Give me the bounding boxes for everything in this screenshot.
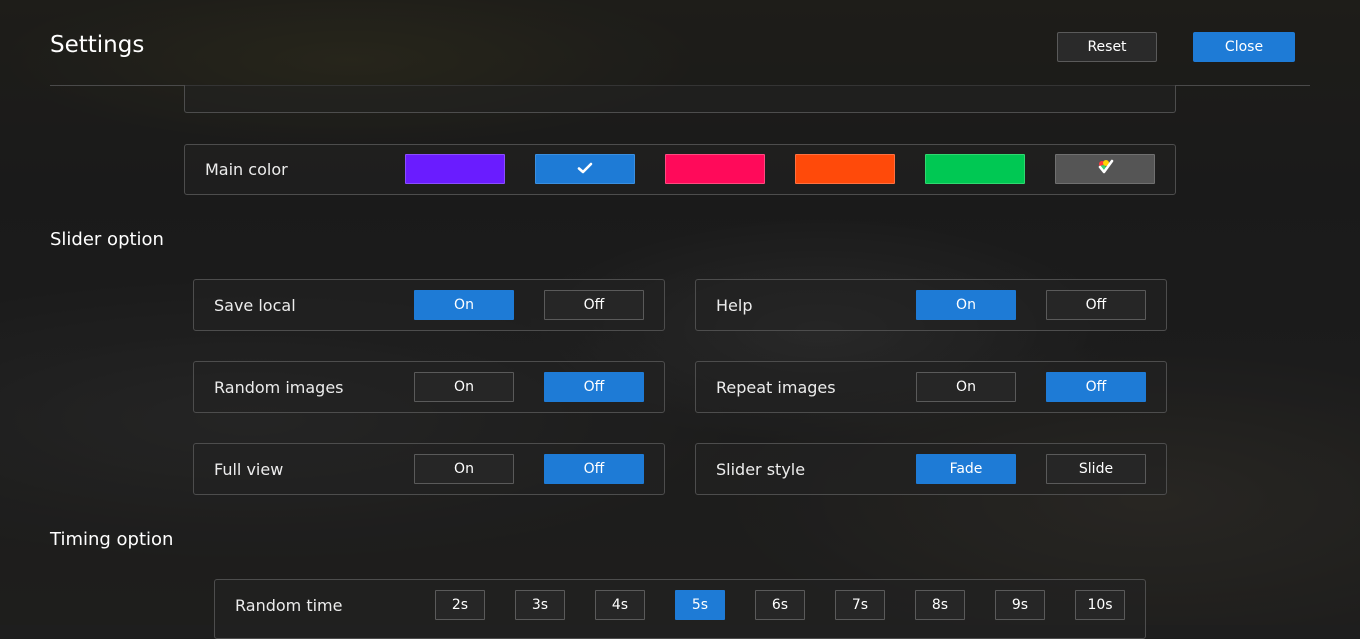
slider-style-fade-button[interactable]: Fade	[916, 454, 1016, 484]
slider-style-label: Slider style	[716, 460, 806, 479]
time-option-7s[interactable]: 7s	[835, 590, 885, 620]
reset-button[interactable]: Reset	[1057, 32, 1157, 62]
color-swatch-pink[interactable]	[665, 154, 765, 184]
time-option-9s[interactable]: 9s	[995, 590, 1045, 620]
checkmark-icon	[577, 160, 593, 179]
time-option-2s[interactable]: 2s	[435, 590, 485, 620]
full-view-label: Full view	[214, 460, 284, 479]
timing-option-heading: Timing option	[50, 529, 174, 550]
save-local-label: Save local	[214, 296, 296, 315]
previous-setting-panel	[184, 85, 1176, 113]
random-images-on-button[interactable]: On	[414, 372, 514, 402]
repeat-images-label: Repeat images	[716, 378, 836, 397]
main-color-label: Main color	[205, 160, 288, 179]
time-option-8s[interactable]: 8s	[915, 590, 965, 620]
save-local-on-button[interactable]: On	[414, 290, 514, 320]
random-images-off-button[interactable]: Off	[544, 372, 644, 402]
time-option-6s[interactable]: 6s	[755, 590, 805, 620]
random-images-label: Random images	[214, 378, 344, 397]
help-off-button[interactable]: Off	[1046, 290, 1146, 320]
color-swatch-blue[interactable]	[535, 154, 635, 184]
color-swatch-orange[interactable]	[795, 154, 895, 184]
random-time-label: Random time	[235, 596, 343, 615]
time-option-3s[interactable]: 3s	[515, 590, 565, 620]
time-option-5s[interactable]: 5s	[675, 590, 725, 620]
color-picker-icon	[1095, 158, 1115, 180]
help-label: Help	[716, 296, 753, 315]
color-swatch-purple[interactable]	[405, 154, 505, 184]
repeat-images-off-button[interactable]: Off	[1046, 372, 1146, 402]
color-swatch-green[interactable]	[925, 154, 1025, 184]
page-title: Settings	[50, 32, 145, 58]
close-button[interactable]: Close	[1193, 32, 1295, 62]
slider-option-heading: Slider option	[50, 229, 164, 250]
slider-style-slide-button[interactable]: Slide	[1046, 454, 1146, 484]
full-view-off-button[interactable]: Off	[544, 454, 644, 484]
help-on-button[interactable]: On	[916, 290, 1016, 320]
repeat-images-on-button[interactable]: On	[916, 372, 1016, 402]
time-option-4s[interactable]: 4s	[595, 590, 645, 620]
time-option-10s[interactable]: 10s	[1075, 590, 1125, 620]
save-local-off-button[interactable]: Off	[544, 290, 644, 320]
full-view-on-button[interactable]: On	[414, 454, 514, 484]
color-swatch-custom[interactable]	[1055, 154, 1155, 184]
